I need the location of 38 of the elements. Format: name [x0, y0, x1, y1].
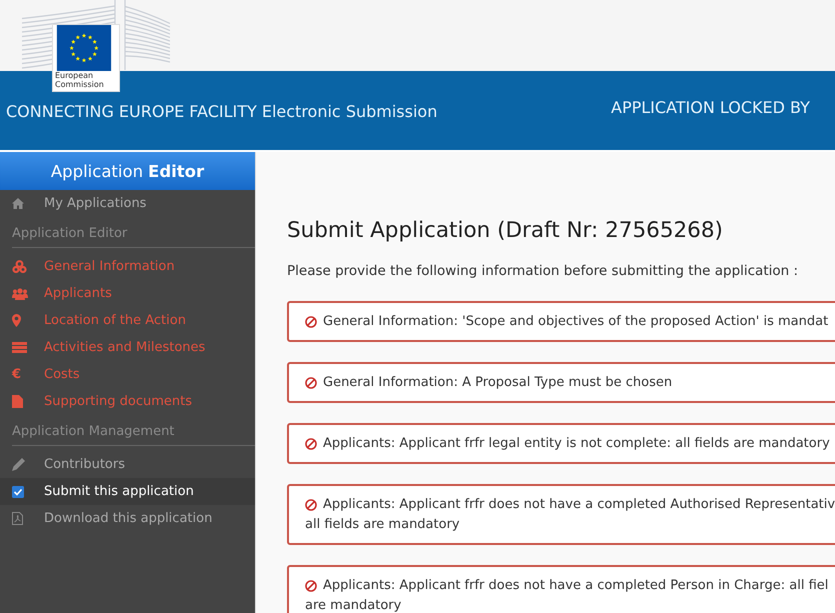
error-text: all fields are mandatory: [305, 516, 461, 534]
prohibited-icon: [305, 438, 317, 450]
sidebar-item[interactable]: Supporting documents: [0, 388, 255, 415]
euro-icon: €: [12, 367, 22, 382]
error-text: Applicants: Applicant frfr legal entity is not complete: all fields are mandatory: [323, 435, 831, 453]
file-icon: [12, 395, 23, 408]
sidebar-item[interactable]: Contributors: [0, 451, 255, 478]
lock-notice: APPLICATION LOCKED BY: [611, 98, 811, 117]
sidebar-item[interactable]: Download this application: [0, 505, 255, 532]
prohibited-icon: [305, 499, 317, 511]
sidebar-item[interactable]: Applicants: [0, 280, 255, 307]
list-icon: [12, 342, 27, 353]
sidebar-heading: Application Editor: [0, 152, 255, 190]
prohibited-icon: [305, 580, 317, 592]
checkbox-icon: [12, 486, 24, 498]
sidebar-item[interactable]: Submit this application: [0, 478, 255, 505]
sidebar-item[interactable]: General Information: [0, 253, 255, 280]
error-text: Applicants: Applicant frfr does not have a completed Person in Charge: all fiel: [323, 577, 830, 595]
prohibited-icon: [305, 316, 317, 328]
users-icon: [12, 288, 28, 300]
error-text: Applicants: Applicant frfr does not have a completed Authorised Representativ: [323, 496, 835, 514]
home-icon: [12, 198, 24, 209]
logo-text: European: [54, 71, 94, 80]
site-title: CONNECTING EUROPE FACILITY Electronic Submission: [6, 102, 438, 121]
error-text: General Information: 'Scope and objectives of the proposed Action' is mandat: [323, 313, 830, 331]
pencil-icon: [12, 458, 25, 471]
logo-text: Commission: [54, 80, 105, 89]
sidebar-item[interactable]: My Applications: [0, 190, 255, 217]
sidebar-item[interactable]: Activities and Milestones: [0, 334, 255, 361]
error-text: General Information: A Proposal Type must be chosen: [323, 374, 674, 392]
map-marker-icon: [12, 314, 21, 327]
sidebar-item[interactable]: Location of the Action: [0, 307, 255, 334]
prohibited-icon: [305, 377, 317, 389]
intro-text: Please provide the following information before submitting the application :: [287, 263, 800, 279]
page-title: Submit Application (Draft Nr: 27565268): [287, 218, 724, 243]
error-text: are mandatory: [305, 597, 402, 613]
sidebar-item[interactable]: € Costs: [0, 361, 255, 388]
pdf-file-icon: [12, 512, 23, 525]
